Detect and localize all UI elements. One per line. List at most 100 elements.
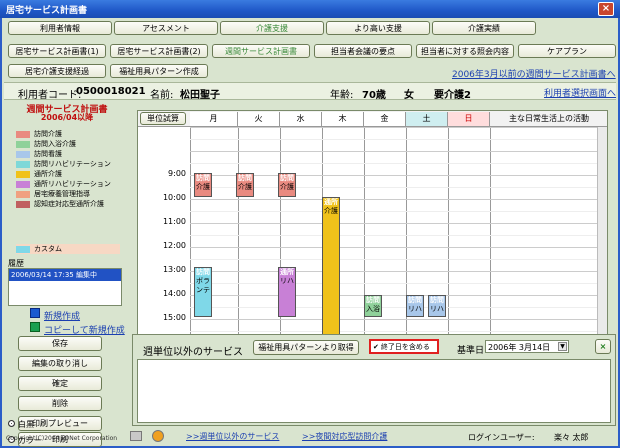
nonweekly-link[interactable]: >>週単位以外のサービス (186, 431, 279, 442)
age-label: 年齢: (330, 90, 354, 101)
user-age: 70歳 (362, 90, 386, 101)
tab-equipment-pattern[interactable]: 福祉用具パターン作成 (110, 64, 208, 78)
history-item[interactable]: 2006/03/14 17:35 編集中 (9, 269, 121, 281)
weekly-grid: 単位試算 月火水木金土日 9:00 10:00 11:00 12:00 13:00 14:… (137, 110, 608, 350)
grid-row-line (190, 271, 607, 272)
include-end-date-label: 終了日を含める (380, 342, 430, 351)
nonweekly-list[interactable] (137, 359, 611, 423)
help-icon[interactable] (152, 430, 164, 442)
grid-row-line (190, 163, 607, 164)
night-visit-link[interactable]: >>夜間対応型訪問介護 (302, 431, 387, 442)
block-body: 介護 (196, 183, 210, 191)
user-select-link[interactable]: 利用者選択画面へ (544, 86, 616, 99)
tab-inquiry[interactable]: 担当者に対する照会内容 (416, 44, 514, 58)
grid-row-line (190, 283, 607, 284)
equipment-pattern-button[interactable]: 福祉用具パターンより取得 (253, 340, 359, 355)
legend-label: 認知症対応型通所介護 (34, 200, 104, 208)
tab-support-progress[interactable]: 居宅介護支援経過 (8, 64, 106, 78)
legend-item: 通所リハビリテーション (16, 180, 111, 189)
legend-item: 訪問看護 (16, 150, 62, 159)
tab-care-support[interactable]: 介護支援 (220, 21, 324, 35)
tab-user-info[interactable]: 利用者情報 (8, 21, 112, 35)
tab-meeting-points[interactable]: 担当者会議の要点 (314, 44, 412, 58)
tab-weekly-plan[interactable]: 週間サービス計画書 (212, 44, 310, 58)
undo-edit-button[interactable]: 編集の取り消し (18, 356, 102, 371)
time-label: 14:00 (162, 289, 186, 298)
service-block[interactable]: 通所 リハ (278, 267, 296, 317)
tab-higher-support[interactable]: より高い支援 (326, 21, 430, 35)
grid-col-line (190, 127, 191, 349)
legend-item: 通所介護 (16, 170, 62, 179)
copyright: Copyright(C)2004 LONet Corporation (6, 435, 118, 442)
unit-calc-button[interactable]: 単位試算 (140, 112, 186, 125)
grid-col-line (448, 127, 449, 349)
legend-swatch (16, 140, 30, 148)
block-body: 介護 (238, 183, 252, 191)
block-head: 訪問 (196, 174, 210, 182)
base-date-value: 2006年 3月14日 (488, 343, 551, 352)
grid-row-line (190, 307, 607, 308)
tab-care-record[interactable]: 介護実績 (432, 21, 536, 35)
left-panel: 週間サービス計画書 2006/04以降 訪問介護 訪問入浴介護 訪問看護 訪問リハビリ… (4, 102, 130, 447)
legend-swatch (16, 160, 30, 168)
day-header: 土 (406, 112, 448, 126)
grid-col-line (238, 127, 239, 349)
pencil-icon[interactable] (130, 431, 142, 441)
grid-col-line (490, 127, 491, 349)
copy-doc-icon (30, 322, 40, 332)
tab-assessment[interactable]: アセスメント (114, 21, 218, 35)
custom-swatch (16, 245, 30, 253)
block-body: 介護 (280, 183, 294, 191)
confirm-button[interactable]: 確定 (18, 376, 102, 391)
delete-button[interactable]: 削除 (18, 396, 102, 411)
tab-plan-1[interactable]: 居宅サービス計画書(1) (8, 44, 106, 58)
grid-scrollbar[interactable] (597, 127, 607, 349)
include-end-date-checkbox[interactable]: ✔ 終了日を含める (369, 339, 439, 354)
legend-label: 通所リハビリテーション (34, 180, 111, 188)
legend-swatch (16, 180, 30, 188)
close-icon[interactable]: × (598, 2, 614, 16)
grid-row-line (190, 223, 607, 224)
plan-date: 2006/04以降 (40, 113, 94, 122)
service-block[interactable]: 訪問 介護 (278, 173, 296, 197)
login-user-label: ログインユーザー: (468, 433, 535, 442)
grid-row-line (190, 127, 607, 128)
block-body: 入浴 (366, 305, 380, 313)
user-gender: 女 (404, 90, 414, 101)
day-header: 火 (238, 112, 280, 126)
base-date-picker[interactable]: 2006年 3月14日 ▼ (485, 340, 569, 353)
service-block[interactable]: 訪問 入浴 (364, 295, 382, 317)
history-list[interactable]: 2006/03/14 17:35 編集中 (8, 268, 122, 306)
service-block[interactable]: 訪問 リハ (406, 295, 424, 317)
window-title: 居宅サービス計画書 (6, 5, 88, 16)
service-block[interactable]: 通所 介護 (322, 197, 340, 343)
grid-row-line (190, 211, 607, 212)
legend-label: 訪問入浴介護 (34, 140, 76, 148)
grid-row-line (190, 259, 607, 260)
block-head: 訪問 (238, 174, 252, 182)
block-head: 通所 (324, 198, 338, 206)
legend-item: 居宅療養管理指導 (16, 190, 90, 199)
legend-label: 訪問看護 (34, 150, 62, 158)
block-head: 訪問 (196, 268, 210, 276)
legend-item: 訪問リハビリテーション (16, 160, 111, 169)
tab-plan-2[interactable]: 居宅サービス計画書(2) (110, 44, 208, 58)
main-window: 利用者情報 アセスメント 介護支援 より高い支援 介護実績 居宅サービス計画書(… (0, 18, 620, 448)
grid-row-line (190, 139, 607, 140)
service-block[interactable]: 訪問 介護 (194, 173, 212, 197)
service-block[interactable]: 訪問 介護 (236, 173, 254, 197)
save-button[interactable]: 保存 (18, 336, 102, 351)
day-header: 月 (190, 112, 238, 126)
service-block[interactable]: 訪問 ボランテ (194, 267, 212, 317)
copy-create-link[interactable]: コピーして新規作成 (44, 323, 125, 336)
radio-mono[interactable] (8, 420, 15, 427)
service-block[interactable]: 訪問 リハ (428, 295, 446, 317)
user-name: 松田聖子 (180, 90, 220, 101)
close-panel-button[interactable]: × (595, 339, 611, 354)
chevron-down-icon[interactable]: ▼ (558, 342, 567, 351)
old-weekly-plan-link[interactable]: 2006年3月以前の週間サービス計画書へ (452, 67, 616, 80)
new-create-link[interactable]: 新規作成 (44, 309, 80, 322)
grid-row-line (190, 295, 607, 296)
tab-careplan[interactable]: ケアプラン (518, 44, 616, 58)
block-body: ボランテ (196, 277, 210, 294)
